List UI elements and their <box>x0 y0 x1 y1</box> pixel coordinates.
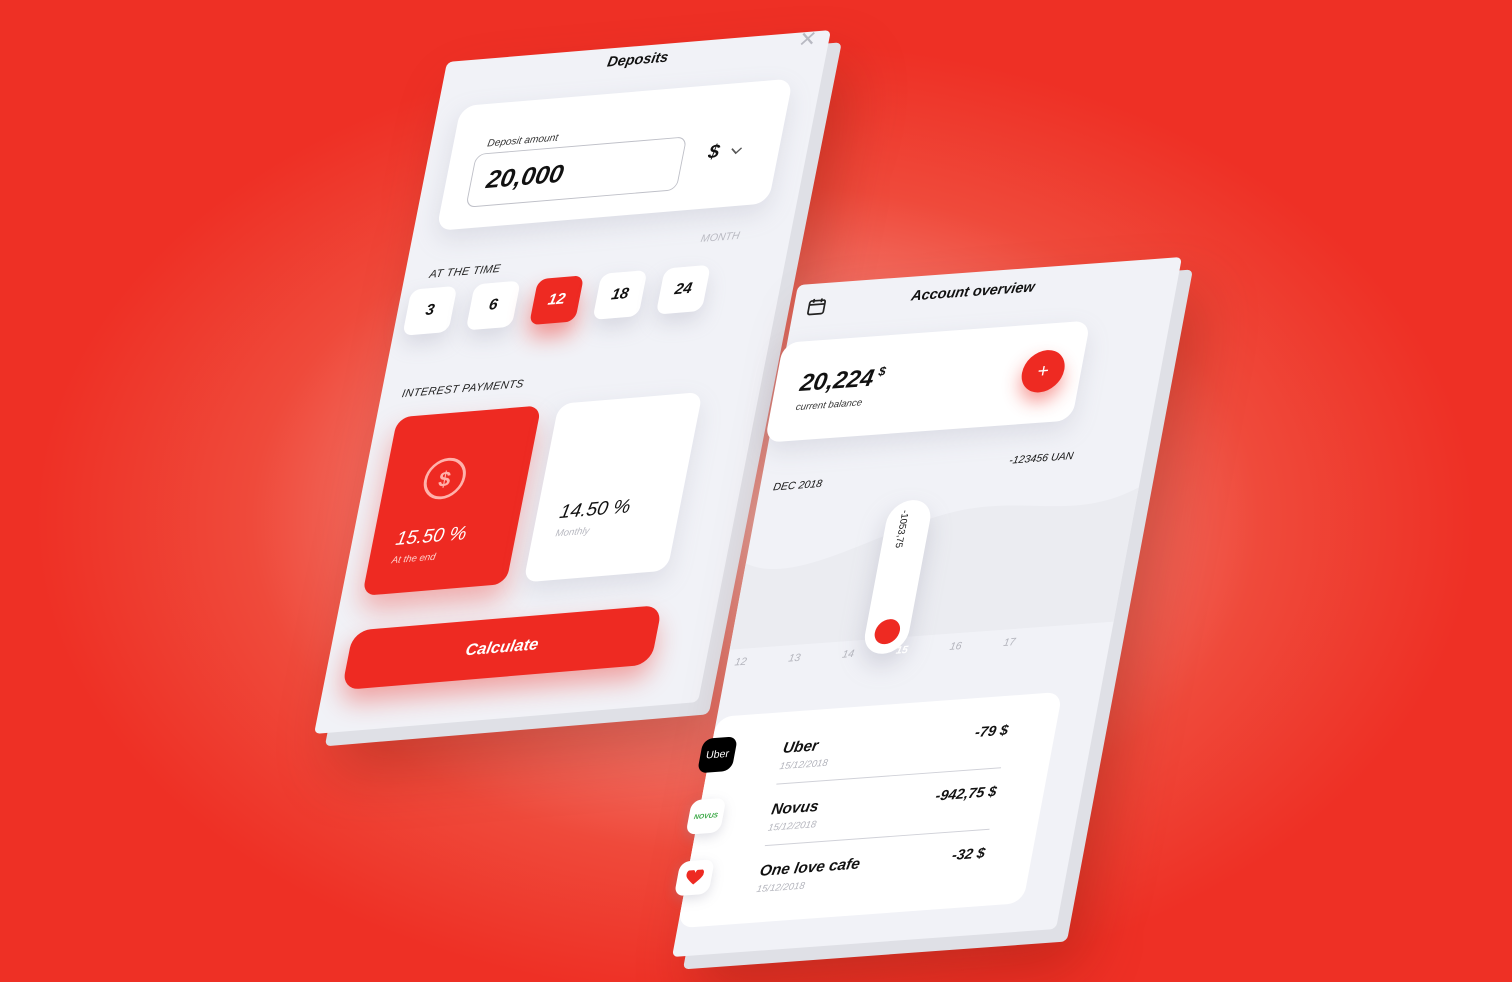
day-label-selected[interactable]: 15 <box>895 644 909 656</box>
transaction-amount: -79 $ <box>973 722 1010 741</box>
interest-caption: Monthly <box>554 525 591 540</box>
svg-text:$: $ <box>436 467 453 492</box>
period-label: DEC 2018 <box>772 478 824 494</box>
dollar-coin-icon: $ <box>423 457 466 500</box>
deposit-amount-card: Deposit amount 20,000 $ <box>436 78 794 231</box>
day-label[interactable]: 12 <box>734 656 748 668</box>
term-chip[interactable]: 3 <box>402 285 458 336</box>
interest-option-monthly[interactable]: 14.50 % Monthly <box>523 391 703 583</box>
day-label[interactable]: 13 <box>787 652 801 664</box>
day-label[interactable]: 14 <box>841 648 855 660</box>
transaction-date: 15/12/2018 <box>767 819 818 834</box>
page-title: Account overview <box>909 278 1037 305</box>
interest-rate: 15.50 % <box>393 522 469 550</box>
term-chip[interactable]: 18 <box>592 270 648 320</box>
transaction-amount: -942,75 $ <box>934 783 999 805</box>
currency-select[interactable]: $ <box>706 139 744 164</box>
day-indicator-dot <box>872 618 903 646</box>
transaction-list: Uber Uber 15/12/2018 -79 $ NOVUS Novus 1… <box>668 691 1063 929</box>
close-icon[interactable]: ✕ <box>796 26 818 51</box>
transaction-date: 15/12/2018 <box>778 758 829 773</box>
chevron-down-icon <box>731 147 742 154</box>
transaction-name: Uber <box>781 737 820 757</box>
interest-option-at-end[interactable]: $ 15.50 % At the end <box>362 405 542 596</box>
interest-label: INTEREST PAYMENTS <box>400 378 525 401</box>
period-total: -123456 UAN <box>1008 450 1075 467</box>
interest-rate: 14.50 % <box>557 495 633 523</box>
calculate-button[interactable]: Calculate <box>341 604 663 691</box>
spending-wave <box>729 487 1139 650</box>
term-label: AT THE TIME <box>428 263 502 281</box>
day-value: -1053,75 <box>892 509 911 549</box>
term-chip[interactable]: 24 <box>655 264 711 315</box>
page-title: Deposits <box>605 49 670 71</box>
heart-icon <box>673 859 715 897</box>
balance-card: 20,224$ current balance + <box>764 320 1091 443</box>
calendar-icon[interactable] <box>805 296 828 317</box>
uber-logo: Uber <box>696 736 738 774</box>
term-chip[interactable]: 6 <box>465 280 521 331</box>
transaction-date: 15/12/2018 <box>755 880 806 896</box>
day-label[interactable]: 16 <box>949 640 963 652</box>
add-button[interactable]: + <box>1018 348 1069 394</box>
balance-label: current balance <box>794 397 863 414</box>
transaction-amount: -32 $ <box>950 845 987 864</box>
balance-value: 20,224$ <box>797 363 888 397</box>
interest-caption: At the end <box>390 551 437 567</box>
deposit-amount-label: Deposit amount <box>486 131 560 150</box>
transaction-name: One love cafe <box>758 856 862 880</box>
novus-logo: NOVUS <box>685 797 727 835</box>
term-chip-selected[interactable]: 12 <box>528 275 585 326</box>
term-unit: MONTH <box>699 230 741 245</box>
day-label[interactable]: 17 <box>1002 636 1016 648</box>
transaction-name: Novus <box>769 798 820 819</box>
currency-value: $ <box>706 141 722 164</box>
